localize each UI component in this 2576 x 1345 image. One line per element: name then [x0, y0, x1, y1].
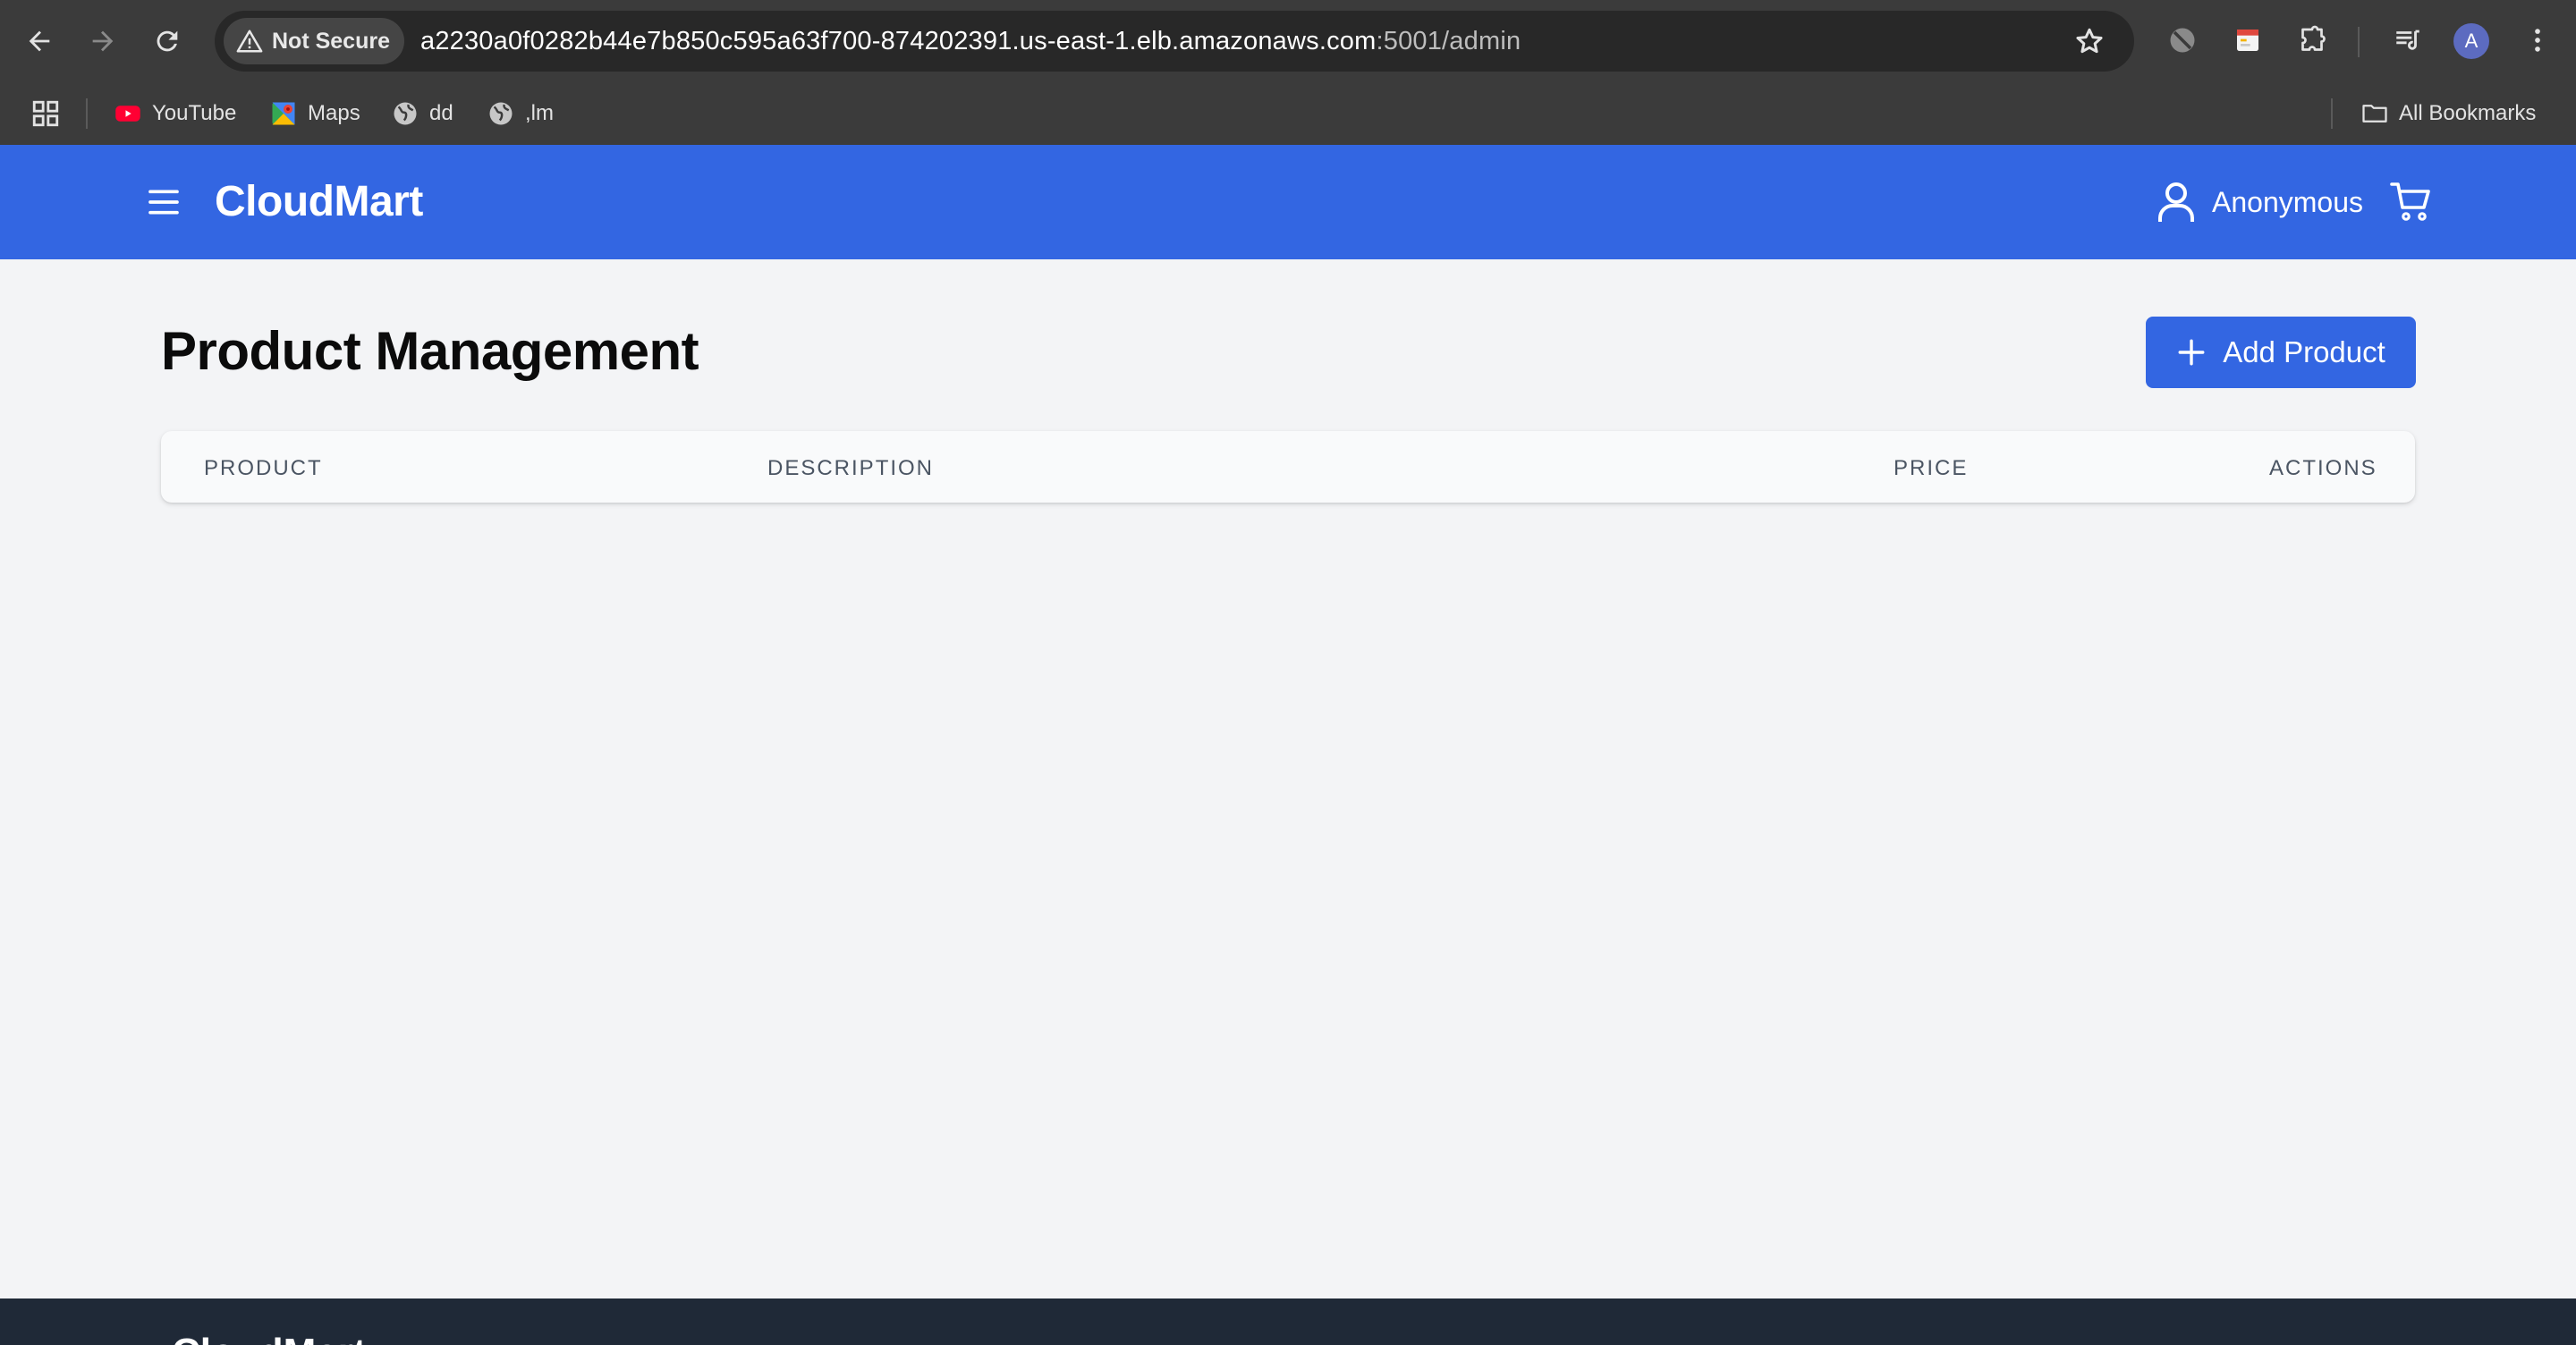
- page-title: Product Management: [161, 321, 699, 381]
- hamburger-menu-icon[interactable]: [146, 184, 182, 220]
- extension-blocked-icon[interactable]: [2165, 22, 2200, 58]
- bookmark-lm[interactable]: ,lm: [487, 100, 554, 127]
- column-header-description: DESCRIPTION: [767, 456, 935, 480]
- bookmark-dd[interactable]: dd: [392, 100, 453, 127]
- warning-icon: [236, 30, 263, 53]
- url-text: a2230a0f0282b44e7b850c595a63f700-8742023…: [420, 27, 1521, 56]
- folder-icon: [2361, 100, 2388, 127]
- bookmark-star-icon[interactable]: [2073, 25, 2106, 57]
- brand-logo[interactable]: CloudMart: [215, 177, 423, 226]
- bookmark-label: dd: [429, 101, 453, 125]
- footer-brand: CloudMart: [172, 1331, 367, 1345]
- security-label: Not Secure: [272, 28, 390, 54]
- maps-icon: [270, 100, 297, 127]
- url-host: a2230a0f0282b44e7b850c595a63f700-8742023…: [419, 26, 1377, 55]
- globe-icon: [487, 100, 514, 127]
- add-product-label: Add Product: [2223, 335, 2385, 368]
- app-header: CloudMart Anonymous: [0, 145, 2576, 259]
- toolbar-divider: [2358, 27, 2360, 57]
- cart-icon[interactable]: [2390, 181, 2433, 224]
- reload-button[interactable]: [141, 15, 193, 67]
- plus-icon: [2178, 339, 2205, 366]
- column-header-price: PRICE: [1894, 456, 1969, 480]
- products-table: PRODUCT DESCRIPTION PRICE ACTIONS: [161, 431, 2415, 503]
- bookmark-label: ,lm: [525, 101, 554, 125]
- bookmark-label: YouTube: [152, 101, 237, 125]
- url-path: :5001/admin: [1376, 26, 1521, 55]
- bookmark-youtube[interactable]: YouTube: [114, 100, 236, 127]
- globe-icon: [392, 100, 419, 127]
- arrow-left-icon: [29, 30, 50, 52]
- youtube-icon: [114, 100, 141, 127]
- address-bar[interactable]: Not Secure a2230a0f0282b44e7b850c595a63f…: [215, 11, 2134, 72]
- bookmarks-divider: [86, 98, 88, 129]
- forward-button[interactable]: [77, 15, 129, 67]
- bookmark-label: Maps: [308, 101, 360, 125]
- extensions-puzzle-icon[interactable]: [2294, 22, 2330, 58]
- all-bookmarks-button[interactable]: All Bookmarks: [2361, 100, 2536, 127]
- bookmark-maps[interactable]: Maps: [270, 100, 360, 127]
- user-name: Anonymous: [2212, 185, 2363, 218]
- footer: CloudMart: [0, 1298, 2576, 1345]
- browser-menu-icon[interactable]: [2520, 22, 2555, 58]
- reload-icon: [157, 30, 178, 52]
- security-chip[interactable]: Not Secure: [224, 18, 404, 64]
- profile-initial: A: [2453, 23, 2489, 59]
- bookmarks-bar: YouTube Maps dd ,lm All Bookmarks: [0, 82, 2576, 146]
- add-product-button[interactable]: Add Product: [2146, 317, 2416, 388]
- reading-list-icon[interactable]: [2390, 22, 2426, 58]
- apps-grid-icon[interactable]: [30, 98, 61, 129]
- all-bookmarks-label: All Bookmarks: [2399, 101, 2537, 125]
- extension-calendar-icon[interactable]: [2230, 22, 2266, 58]
- user-icon: [2158, 182, 2195, 222]
- back-button[interactable]: [13, 15, 65, 67]
- bookmarks-divider: [2331, 98, 2333, 129]
- column-header-actions: ACTIONS: [2269, 456, 2377, 480]
- profile-avatar[interactable]: A: [2453, 23, 2489, 59]
- arrow-right-icon: [92, 30, 114, 52]
- browser-toolbar: Not Secure a2230a0f0282b44e7b850c595a63f…: [0, 0, 2576, 82]
- user-menu[interactable]: Anonymous: [2157, 181, 2363, 224]
- column-header-product: PRODUCT: [204, 456, 323, 480]
